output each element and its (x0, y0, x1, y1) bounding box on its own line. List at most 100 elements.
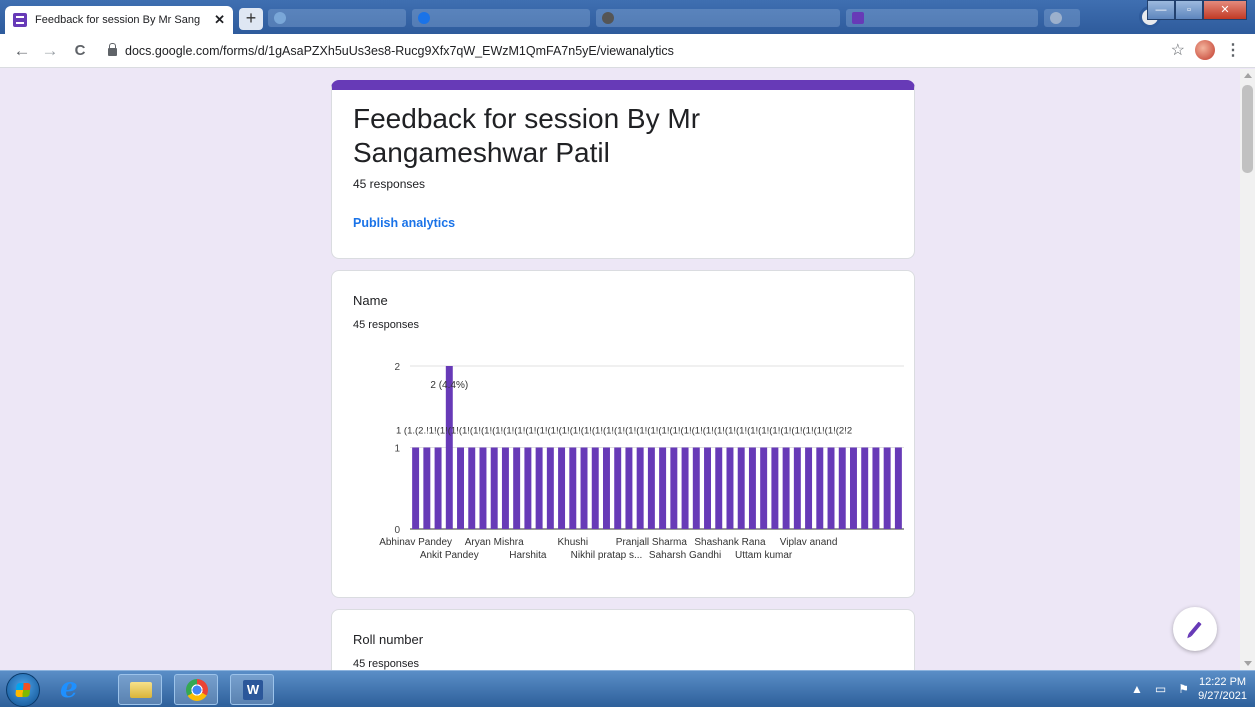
page-scrollbar[interactable] (1240, 69, 1255, 670)
bookmark-star-icon[interactable]: ☆ (1171, 40, 1185, 60)
minimize-button[interactable]: — (1147, 0, 1175, 20)
bar-highlight-label: 2 (4.4%) (430, 380, 468, 391)
browser-tab-strip: Feedback for session By Mr Sang ✕ + — ▫ … (0, 0, 1255, 34)
chart-bar (591, 447, 599, 529)
reload-icon[interactable]: C (68, 42, 92, 59)
chart-bar (793, 447, 801, 529)
chrome-taskbar-icon[interactable] (174, 674, 218, 705)
chart-bar (535, 447, 543, 529)
chart-bar (468, 447, 476, 529)
y-tick-label: 0 (394, 525, 400, 536)
pencil-icon (1188, 621, 1202, 637)
word-taskbar-icon[interactable] (230, 674, 274, 705)
chart-bar (513, 447, 521, 529)
chart-bar (816, 447, 824, 529)
chart-bar (625, 447, 633, 529)
scroll-up-arrow-icon[interactable] (1244, 73, 1252, 78)
windows-taskbar: ▲ ▭ ⚑ 12:22 PM 9/27/2021 (0, 670, 1255, 707)
chart-bar (704, 447, 712, 529)
chart-bar (861, 447, 869, 529)
chart-bar (849, 447, 857, 529)
chart-bar (558, 447, 566, 529)
publish-analytics-link[interactable]: Publish analytics (353, 216, 455, 230)
chart-bar (670, 447, 678, 529)
chart-bar (692, 447, 700, 529)
tab-feedback-form[interactable]: Feedback for session By Mr Sang ✕ (5, 6, 233, 34)
chart-bar (726, 447, 734, 529)
chart-bar (546, 447, 554, 529)
account-avatar[interactable] (1195, 40, 1215, 60)
network-icon[interactable]: ▭ (1155, 682, 1166, 696)
chart-bar (614, 447, 622, 529)
action-center-flag-icon[interactable]: ⚑ (1178, 682, 1189, 696)
scrollbar-thumb[interactable] (1242, 85, 1253, 173)
y-tick-label: 2 (394, 362, 400, 373)
form-analytics-page: Feedback for session By Mr Sangameshwar … (0, 69, 1240, 670)
chart-bar (760, 447, 768, 529)
x-tick-label: Pranjall Sharma (616, 537, 688, 548)
x-tick-label: Shashank Rana (694, 537, 766, 548)
chart-bar (748, 447, 756, 529)
x-tick-label: Saharsh Gandhi (649, 550, 721, 561)
x-tick-label: Aryan Mishra (465, 537, 524, 548)
google-forms-icon (13, 13, 27, 27)
tab-blurred-1[interactable] (268, 9, 406, 27)
question-response-count: 45 responses (353, 658, 420, 670)
chart-bar (771, 447, 779, 529)
system-tray: ▲ ▭ ⚑ (1131, 682, 1189, 696)
x-tick-label: Ankit Pandey (420, 550, 479, 561)
chart-bar (501, 447, 509, 529)
tab-blurred-3[interactable] (596, 9, 840, 27)
clock-date: 9/27/2021 (1198, 690, 1247, 702)
chart-bar (838, 447, 846, 529)
chart-bar (457, 447, 465, 529)
question-title: Roll number (353, 632, 424, 647)
x-tick-label: Viplav anand (780, 537, 838, 548)
form-response-count: 45 responses (353, 177, 426, 191)
chart-bar (423, 447, 431, 529)
question-card-name: Name 45 responses 0121 (1.(2.!1!(1!(1!(1… (331, 270, 915, 598)
url-text: docs.google.com/forms/d/1gAsaPZXh5uUs3es… (125, 43, 674, 58)
address-bar[interactable]: docs.google.com/forms/d/1gAsaPZXh5uUs3es… (102, 38, 1142, 64)
tab-blurred-4[interactable] (846, 9, 1038, 27)
new-tab-button[interactable]: + (239, 8, 263, 30)
form-header-card: Feedback for session By Mr Sangameshwar … (331, 80, 915, 259)
tab-title: Feedback for session By Mr Sang (35, 14, 201, 26)
forward-arrow-icon[interactable]: → (38, 41, 62, 61)
tray-expand-icon[interactable]: ▲ (1131, 682, 1143, 696)
browser-toolbar: ← → C docs.google.com/forms/d/1gAsaPZXh5… (0, 34, 1255, 68)
close-tab-icon[interactable]: ✕ (214, 12, 225, 28)
chart-bar (636, 447, 644, 529)
chart-bar (883, 447, 891, 529)
chart-bar (490, 447, 498, 529)
chart-bar (894, 447, 902, 529)
x-tick-label: Abhinav Pandey (379, 537, 452, 548)
tab-blurred-5[interactable] (1044, 9, 1080, 27)
scroll-down-arrow-icon[interactable] (1244, 661, 1252, 666)
chart-bar (872, 447, 880, 529)
window-controls: — ▫ ✕ (1147, 0, 1247, 20)
maximize-button[interactable]: ▫ (1175, 0, 1203, 20)
chart-bar (569, 447, 577, 529)
edit-form-button[interactable] (1173, 607, 1217, 651)
chart-bar (647, 447, 655, 529)
more-menu-icon[interactable]: ⋮ (1225, 40, 1241, 60)
clock-time: 12:22 PM (1198, 676, 1247, 688)
chart-bar (681, 447, 689, 529)
x-tick-label: Khushi (558, 537, 589, 548)
tab-blurred-2[interactable] (412, 9, 590, 27)
question-card-roll-number: Roll number 45 responses (331, 609, 915, 670)
chart-bar (827, 447, 835, 529)
bar-value-labels: 1 (1.(2.!1!(1!(1!(1!(1!(1!(1!(1!(1!(1!(1… (396, 426, 852, 437)
windows-start-button[interactable] (6, 673, 40, 707)
close-window-button[interactable]: ✕ (1203, 0, 1247, 20)
back-arrow-icon[interactable]: ← (10, 41, 34, 61)
chart-bar (479, 447, 487, 529)
taskbar-clock[interactable]: 12:22 PM 9/27/2021 (1198, 675, 1247, 703)
chart-bar (434, 447, 442, 529)
chart-bar (737, 447, 745, 529)
file-explorer-icon[interactable] (118, 674, 162, 705)
internet-explorer-icon[interactable] (48, 671, 92, 705)
chart-bar (412, 447, 420, 529)
y-tick-label: 1 (394, 444, 400, 455)
